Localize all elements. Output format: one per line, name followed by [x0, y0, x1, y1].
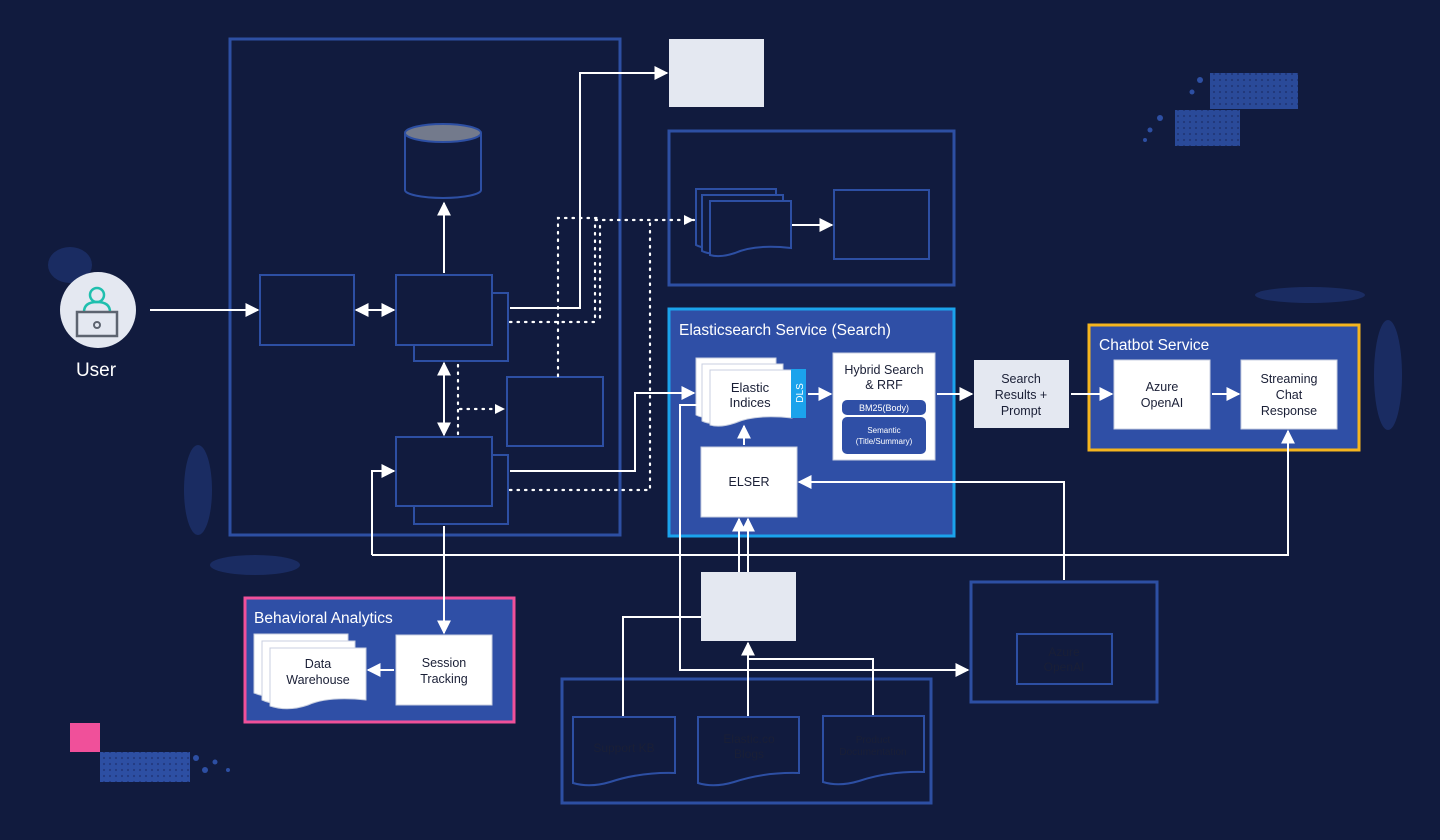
line-kb-connector [622, 616, 701, 716]
dotted-api-ingest [508, 218, 696, 324]
ingest-doc-stack [695, 188, 792, 258]
data-sources-frame: Support KB Elastic.co Blogs Product Docu… [560, 677, 933, 805]
hybrid-label-1: Hybrid Search [844, 363, 923, 377]
analytics-title: Behavioral Analytics [254, 610, 393, 627]
indices-label-2: Indices [729, 395, 771, 410]
hybrid-search-box[interactable]: Hybrid Search & RRF BM25(Body) Semantic … [832, 352, 936, 461]
session-tracking-box[interactable]: Session Tracking [395, 634, 493, 706]
architecture-diagram: User Elasticsearch Service (Search) Elas… [48, 37, 1402, 805]
user-label: User [76, 360, 117, 381]
search-results-label-3: Prompt [1001, 404, 1042, 418]
analytics-panel: Behavioral Analytics Data Warehouse Sess… [243, 596, 516, 724]
session-label-1: Session [422, 656, 467, 670]
azure-openai-box[interactable]: Azure OpenAI [1113, 359, 1211, 430]
azure-label-1: Azure [1146, 380, 1179, 394]
faded-service-frame: Azure OpenAI [969, 580, 1159, 704]
api-box [395, 274, 493, 346]
warehouse-label-1: Data [305, 657, 331, 671]
source-label: Elastic.co [723, 732, 775, 746]
service-box [395, 436, 493, 507]
source-product-docs[interactable]: Product Documentation [822, 715, 925, 786]
streaming-response-box[interactable]: Streaming Chat Response [1240, 359, 1338, 430]
user-node[interactable]: User [60, 272, 136, 381]
ingest-target-box [833, 189, 930, 260]
source-label: Support KB [593, 741, 654, 755]
line-docs-connector [748, 658, 874, 715]
data-warehouse[interactable]: Data Warehouse [253, 633, 367, 710]
decor-top-right [1143, 73, 1298, 146]
decor-bottom-left [70, 723, 230, 782]
arrow-api-external [510, 66, 669, 309]
faded-label-2: OpenAI [1044, 660, 1085, 674]
faded-label-1: Azure [1048, 645, 1080, 659]
external-light-box [669, 39, 764, 107]
dls-tag-label: DLS [795, 383, 806, 403]
source-label: Product [856, 735, 891, 746]
search-service-title: Elasticsearch Service (Search) [679, 322, 891, 339]
chatbot-service-panel: Chatbot Service Azure OpenAI Streaming C… [1087, 323, 1361, 452]
source-label: Blogs [734, 747, 764, 761]
search-service-panel: Elasticsearch Service (Search) Elastic I… [667, 307, 956, 538]
search-results-label-2: Results + [995, 388, 1047, 402]
arrow-loop-service [371, 464, 396, 555]
connector-light-box [701, 572, 796, 641]
stream-label-3: Response [1261, 404, 1317, 418]
bm25-label: BM25(Body) [859, 403, 909, 413]
semantic-label-1: Semantic [867, 426, 900, 435]
hybrid-label-2: & RRF [865, 378, 903, 392]
database-cylinder [404, 123, 482, 199]
source-label: Documentation [839, 747, 906, 758]
warehouse-label-2: Warehouse [286, 673, 350, 687]
search-results-label-1: Search [1001, 372, 1041, 386]
source-support-kb[interactable]: Support KB [572, 716, 676, 787]
chatbot-service-title: Chatbot Service [1099, 337, 1209, 354]
worker-box [506, 376, 604, 447]
stream-label-1: Streaming [1261, 372, 1318, 386]
stream-label-2: Chat [1276, 388, 1303, 402]
semantic-pill [842, 417, 926, 454]
pink-square [70, 723, 100, 752]
session-label-2: Tracking [420, 672, 468, 686]
indices-label-1: Elastic [731, 380, 770, 395]
source-elastic-blogs[interactable]: Elastic.co Blogs [697, 716, 800, 787]
elser-label: ELSER [729, 475, 770, 489]
search-results-box[interactable]: Search Results + Prompt [974, 360, 1069, 428]
frontend-box [259, 274, 355, 346]
azure-label-2: OpenAI [1141, 396, 1183, 410]
semantic-label-2: (Title/Summary) [856, 437, 913, 446]
elser-box[interactable]: ELSER [700, 446, 798, 518]
